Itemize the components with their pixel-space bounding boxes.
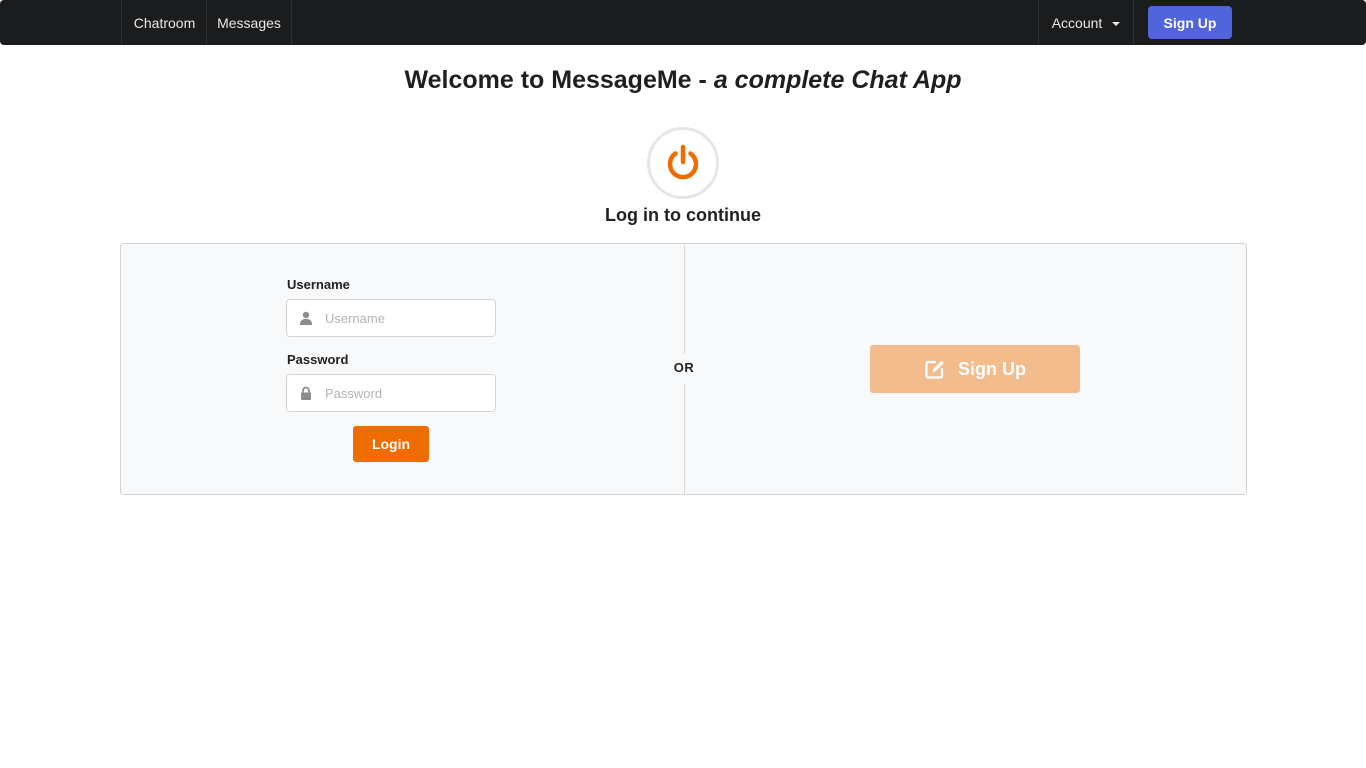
nav-signup-label: Sign Up [1163,14,1217,31]
signup-button[interactable]: Sign Up [870,345,1080,393]
login-button[interactable]: Login [353,426,429,462]
nav-signup-button[interactable]: Sign Up [1148,6,1232,39]
nav-messages-link[interactable]: Messages [206,0,292,45]
edit-icon [925,360,944,379]
page-title: Welcome to MessageMe - a complete Chat A… [0,66,1366,95]
login-panel: OR Username Password Login Sign Up [120,243,1247,495]
top-navbar: Chatroom Messages Account Sign Up [0,0,1366,45]
vertical-divider [684,244,685,354]
password-input[interactable] [287,375,495,411]
signup-button-label: Sign Up [958,358,1026,379]
account-dropdown[interactable]: Account [1038,0,1134,45]
username-label: Username [287,277,350,292]
account-label: Account [1051,14,1103,31]
or-divider-label: OR [673,360,695,375]
title-tagline: a complete Chat App [713,66,962,94]
nav-chatroom-label: Chatroom [133,14,196,31]
nav-messages-label: Messages [217,14,281,31]
username-input[interactable] [287,300,495,336]
nav-chatroom-link[interactable]: Chatroom [121,0,207,45]
power-icon [647,127,719,199]
password-label: Password [287,352,349,367]
password-field-wrapper [286,374,496,412]
login-button-label: Login [371,436,411,452]
vertical-divider [684,384,685,495]
username-field-wrapper [286,299,496,337]
login-heading: Log in to continue [605,205,761,225]
caret-down-icon [1112,22,1121,26]
title-prefix: Welcome to MessageMe - [404,66,714,94]
